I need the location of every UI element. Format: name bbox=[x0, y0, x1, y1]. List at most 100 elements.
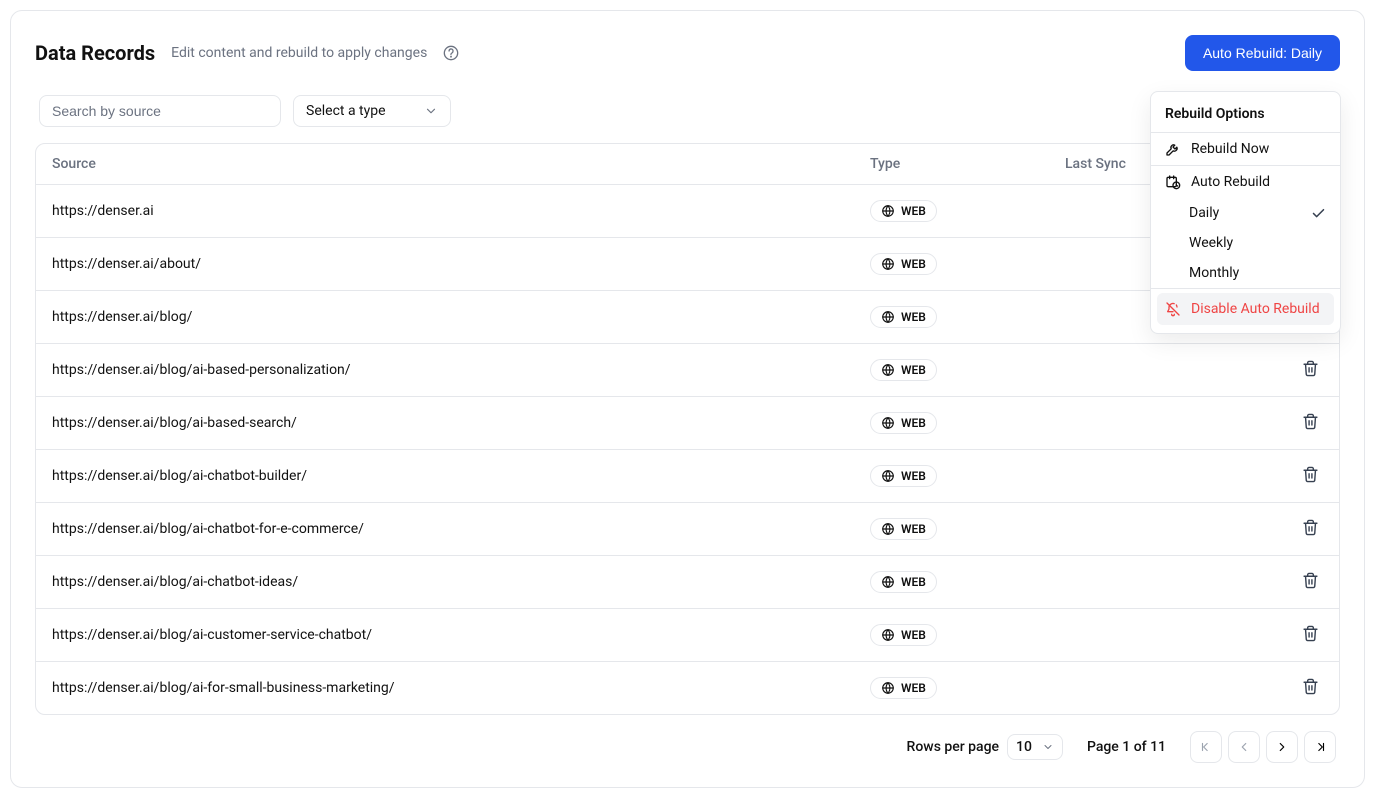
trash-icon bbox=[1302, 466, 1319, 483]
delete-button[interactable] bbox=[1298, 409, 1323, 437]
cell-type: WEB bbox=[854, 238, 1049, 291]
table-row[interactable]: https://denser.ai/blog/ai-chatbot-ideas/… bbox=[36, 556, 1339, 609]
cell-actions bbox=[1239, 344, 1339, 397]
cell-lastsync bbox=[1049, 662, 1239, 715]
cell-lastsync bbox=[1049, 503, 1239, 556]
cell-source: https://denser.ai/blog/ai-chatbot-builde… bbox=[36, 450, 854, 503]
col-header-source[interactable]: Source bbox=[36, 144, 854, 185]
type-label: WEB bbox=[901, 628, 926, 642]
table-row[interactable]: https://denser.ai/blog/ai-based-search/W… bbox=[36, 397, 1339, 450]
cell-source: https://denser.ai bbox=[36, 185, 854, 238]
cell-lastsync bbox=[1049, 397, 1239, 450]
cell-lastsync bbox=[1049, 344, 1239, 397]
auto-rebuild-daily[interactable]: Daily bbox=[1151, 198, 1340, 228]
cell-actions bbox=[1239, 397, 1339, 450]
delete-button[interactable] bbox=[1298, 568, 1323, 596]
chevrons-left-icon bbox=[1199, 740, 1213, 754]
type-pill: WEB bbox=[870, 359, 937, 381]
page-info: Page 1 of 11 bbox=[1087, 739, 1166, 755]
type-pill: WEB bbox=[870, 412, 937, 434]
delete-button[interactable] bbox=[1298, 621, 1323, 649]
delete-button[interactable] bbox=[1298, 674, 1323, 702]
cell-lastsync bbox=[1049, 450, 1239, 503]
bell-off-icon bbox=[1165, 301, 1181, 317]
cell-type: WEB bbox=[854, 185, 1049, 238]
trash-icon bbox=[1302, 625, 1319, 642]
globe-icon bbox=[881, 363, 895, 377]
auto-rebuild-header: Auto Rebuild bbox=[1151, 166, 1340, 198]
chevrons-right-icon bbox=[1313, 740, 1327, 754]
cell-actions bbox=[1239, 450, 1339, 503]
rebuild-now-item[interactable]: Rebuild Now bbox=[1151, 133, 1340, 165]
table-row[interactable]: https://denser.ai/blog/ai-based-personal… bbox=[36, 344, 1339, 397]
table-row[interactable]: https://denser.ai/blog/ai-for-small-busi… bbox=[36, 662, 1339, 715]
auto-rebuild-button[interactable]: Auto Rebuild: Daily bbox=[1185, 35, 1340, 71]
auto-rebuild-weekly[interactable]: Weekly bbox=[1151, 228, 1340, 258]
auto-rebuild-monthly[interactable]: Monthly bbox=[1151, 258, 1340, 288]
pager-buttons bbox=[1190, 731, 1336, 763]
popover-title: Rebuild Options bbox=[1151, 96, 1340, 132]
cell-actions bbox=[1239, 556, 1339, 609]
cell-source: https://denser.ai/blog/ai-for-small-busi… bbox=[36, 662, 854, 715]
globe-icon bbox=[881, 257, 895, 271]
cell-source: https://denser.ai/blog/ai-chatbot-for-e-… bbox=[36, 503, 854, 556]
calendar-clock-icon bbox=[1165, 174, 1181, 190]
table-row[interactable]: https://denser.ai/about/WEB bbox=[36, 238, 1339, 291]
globe-icon bbox=[881, 575, 895, 589]
cell-actions bbox=[1239, 662, 1339, 715]
type-label: WEB bbox=[901, 469, 926, 483]
type-pill: WEB bbox=[870, 518, 937, 540]
chevron-down-icon bbox=[424, 104, 438, 118]
table-row[interactable]: https://denser.ai/blog/WEB bbox=[36, 291, 1339, 344]
table-row[interactable]: https://denser.ai/blog/ai-chatbot-for-e-… bbox=[36, 503, 1339, 556]
cell-type: WEB bbox=[854, 450, 1049, 503]
chevron-right-icon bbox=[1275, 740, 1289, 754]
search-input[interactable] bbox=[39, 95, 281, 127]
cell-type: WEB bbox=[854, 397, 1049, 450]
table-row[interactable]: https://denser.ai/blog/ai-chatbot-builde… bbox=[36, 450, 1339, 503]
page-subtitle: Edit content and rebuild to apply change… bbox=[171, 45, 427, 61]
type-pill: WEB bbox=[870, 465, 937, 487]
globe-icon bbox=[881, 522, 895, 536]
cell-actions bbox=[1239, 609, 1339, 662]
first-page-button[interactable] bbox=[1190, 731, 1222, 763]
type-pill: WEB bbox=[870, 624, 937, 646]
prev-page-button[interactable] bbox=[1228, 731, 1260, 763]
trash-icon bbox=[1302, 572, 1319, 589]
globe-icon bbox=[881, 469, 895, 483]
cell-source: https://denser.ai/blog/ai-based-search/ bbox=[36, 397, 854, 450]
cell-actions bbox=[1239, 503, 1339, 556]
type-label: WEB bbox=[901, 575, 926, 589]
type-label: WEB bbox=[901, 416, 926, 430]
disable-auto-rebuild-item[interactable]: Disable Auto Rebuild bbox=[1157, 293, 1334, 325]
type-pill: WEB bbox=[870, 253, 937, 275]
delete-button[interactable] bbox=[1298, 356, 1323, 384]
cell-lastsync bbox=[1049, 609, 1239, 662]
type-pill: WEB bbox=[870, 571, 937, 593]
col-header-type[interactable]: Type bbox=[854, 144, 1049, 185]
globe-icon bbox=[881, 681, 895, 695]
help-circle-icon[interactable] bbox=[443, 45, 459, 61]
rebuild-now-label: Rebuild Now bbox=[1191, 141, 1269, 157]
cell-type: WEB bbox=[854, 662, 1049, 715]
table-row[interactable]: https://denser.ai WEB bbox=[36, 185, 1339, 238]
rows-per-page-label: Rows per page bbox=[907, 739, 999, 755]
globe-icon bbox=[881, 310, 895, 324]
table-row[interactable]: https://denser.ai/blog/ai-customer-servi… bbox=[36, 609, 1339, 662]
type-pill: WEB bbox=[870, 200, 937, 222]
globe-icon bbox=[881, 204, 895, 218]
delete-button[interactable] bbox=[1298, 515, 1323, 543]
next-page-button[interactable] bbox=[1266, 731, 1298, 763]
globe-icon bbox=[881, 628, 895, 642]
cell-source: https://denser.ai/blog/ai-chatbot-ideas/ bbox=[36, 556, 854, 609]
last-page-button[interactable] bbox=[1304, 731, 1336, 763]
controls-row: Select a type bbox=[35, 95, 1340, 127]
monthly-label: Monthly bbox=[1189, 265, 1239, 281]
title-group: Data Records Edit content and rebuild to… bbox=[35, 41, 459, 65]
type-select[interactable]: Select a type bbox=[293, 95, 451, 127]
weekly-label: Weekly bbox=[1189, 235, 1233, 251]
trash-icon bbox=[1302, 519, 1319, 536]
delete-button[interactable] bbox=[1298, 462, 1323, 490]
type-label: WEB bbox=[901, 310, 926, 324]
chevron-down-icon bbox=[1042, 741, 1054, 753]
